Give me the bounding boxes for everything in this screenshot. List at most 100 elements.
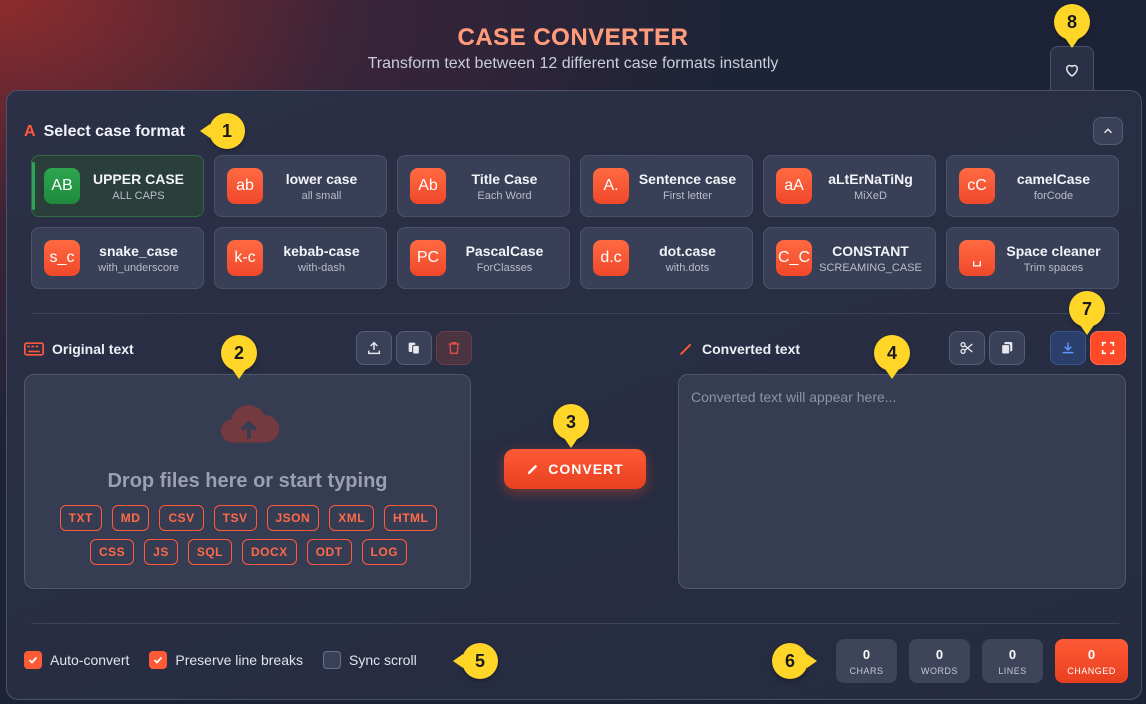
keyboard-icon <box>24 342 44 356</box>
paste-button[interactable] <box>396 331 432 365</box>
options-bar: Auto-convert Preserve line breaks Sync scr… <box>24 651 417 669</box>
format-sub: Trim spaces <box>1023 261 1084 274</box>
upload-button[interactable] <box>356 331 392 365</box>
format-sub: all small <box>301 189 342 202</box>
file-type-tag: JS <box>144 539 178 565</box>
format-sub: MiXeD <box>853 189 887 202</box>
chevron-up-icon <box>1103 128 1113 134</box>
heart-icon <box>1065 64 1079 77</box>
stat-label: CHARS <box>849 666 884 676</box>
clear-button[interactable] <box>436 331 472 365</box>
favorite-button[interactable] <box>1050 46 1094 92</box>
pencil-icon <box>528 464 538 475</box>
trash-icon <box>448 342 460 354</box>
format-glyph-icon: C_C <box>776 240 812 276</box>
format-sub: with-dash <box>297 261 346 274</box>
copy-button[interactable] <box>989 331 1025 365</box>
format-option-11[interactable]: ␣ Space cleaner Trim spaces <box>946 227 1119 289</box>
file-type-tag: XML <box>329 505 375 531</box>
annotation-marker: 1 <box>200 113 245 149</box>
annotation-marker: 3 <box>553 404 589 448</box>
file-type-tag: DOCX <box>242 539 297 565</box>
option-preserve-line-breaks[interactable]: Preserve line breaks <box>149 651 303 669</box>
header: CASE CONVERTER Transform text between 12… <box>0 0 1146 90</box>
stat-label: LINES <box>998 666 1027 676</box>
format-option-6[interactable]: s_c snake_case with_underscore <box>31 227 204 289</box>
annotation-marker: 8 <box>1054 4 1090 48</box>
collapse-button[interactable] <box>1093 117 1123 145</box>
format-option-3[interactable]: A. Sentence case First letter <box>580 155 753 217</box>
format-glyph-icon: k-c <box>227 240 263 276</box>
file-type-tag: ODT <box>306 539 352 565</box>
format-name: kebab-case <box>283 242 360 259</box>
format-option-8[interactable]: PC PascalCase ForClasses <box>397 227 570 289</box>
original-text-label: Original text <box>24 341 134 357</box>
format-name: Sentence case <box>638 170 737 187</box>
format-name: aLtErNaTiNg <box>828 170 913 187</box>
page-title: CASE CONVERTER <box>0 24 1146 52</box>
format-glyph-icon: A. <box>593 168 629 204</box>
option-auto-convert[interactable]: Auto-convert <box>24 651 129 669</box>
format-option-1[interactable]: ab lower case all small <box>214 155 387 217</box>
file-type-tag: MD <box>111 505 150 531</box>
format-sub: with.dots <box>665 261 710 274</box>
checkbox[interactable] <box>323 651 341 669</box>
format-glyph-icon: PC <box>410 240 446 276</box>
option-label: Auto-convert <box>50 652 130 668</box>
stat-changed: 0 CHANGED <box>1055 639 1128 683</box>
file-type-tag: CSV <box>159 505 204 531</box>
format-sub: ForClasses <box>476 261 533 274</box>
upload-icon <box>367 341 381 355</box>
format-option-7[interactable]: k-c kebab-case with-dash <box>214 227 387 289</box>
stat-lines: 0 LINES <box>982 639 1043 683</box>
checkbox[interactable] <box>149 651 168 669</box>
check-icon <box>154 656 163 664</box>
format-glyph-icon: s_c <box>44 240 80 276</box>
format-option-5[interactable]: cC camelCase forCode <box>946 155 1119 217</box>
converted-text-output[interactable]: Converted text will appear here... <box>678 374 1126 589</box>
pen-icon <box>680 343 692 355</box>
stat-value: 0 <box>1087 647 1096 662</box>
stat-value: 0 <box>935 647 944 662</box>
format-sub: with_underscore <box>98 261 179 274</box>
format-grid: AB UPPER CASE ALL CAPS ab lower case all smal… <box>31 155 1119 289</box>
file-type-tag: HTML <box>384 505 438 531</box>
format-option-4[interactable]: aA aLtErNaTiNg MiXeD <box>763 155 936 217</box>
expand-icon <box>1101 341 1115 355</box>
file-type-tag: LOG <box>361 539 408 565</box>
stat-label: CHANGED <box>1067 666 1116 676</box>
paste-icon <box>408 342 420 355</box>
format-glyph-icon: cC <box>959 168 995 204</box>
format-name: CONSTANT <box>832 242 909 259</box>
format-sub: First letter <box>663 189 712 202</box>
format-glyph-icon: d.c <box>593 240 629 276</box>
format-option-9[interactable]: d.c dot.case with.dots <box>580 227 753 289</box>
stat-words: 0 WORDS <box>909 639 970 683</box>
cloud-upload-icon <box>220 405 280 443</box>
annotation-marker: 6 <box>772 643 817 679</box>
format-name: UPPER CASE <box>92 170 185 187</box>
file-type-tag: TSV <box>213 505 257 531</box>
format-glyph-icon: Ab <box>410 168 446 204</box>
stat-value: 0 <box>1008 647 1017 662</box>
convert-button[interactable]: CONVERT <box>504 449 646 489</box>
format-sub: Each Word <box>477 189 532 202</box>
format-option-0[interactable]: AB UPPER CASE ALL CAPS <box>31 155 204 217</box>
format-sub: SCREAMING_CASE <box>819 261 922 274</box>
stat-chars: 0 CHARS <box>836 639 897 683</box>
stat-value: 0 <box>862 647 871 662</box>
fullscreen-button[interactable] <box>1090 331 1126 365</box>
option-label: Sync scroll <box>349 652 417 668</box>
copy-icon <box>1001 342 1013 355</box>
download-button[interactable] <box>1050 331 1086 365</box>
format-section-title: A Select case format <box>24 123 185 140</box>
format-option-2[interactable]: Ab Title Case Each Word <box>397 155 570 217</box>
drop-zone-input[interactable]: Drop files here or start typing TXT MD CSV… <box>24 374 471 589</box>
format-option-10[interactable]: C_C CONSTANT SCREAMING_CASE <box>763 227 936 289</box>
divider <box>31 313 1119 314</box>
format-glyph-icon: ␣ <box>959 240 995 276</box>
case-a-icon: A <box>24 123 36 140</box>
checkbox[interactable] <box>24 651 42 669</box>
cut-button[interactable] <box>949 331 985 365</box>
option-sync-scroll[interactable]: Sync scroll <box>323 651 417 669</box>
